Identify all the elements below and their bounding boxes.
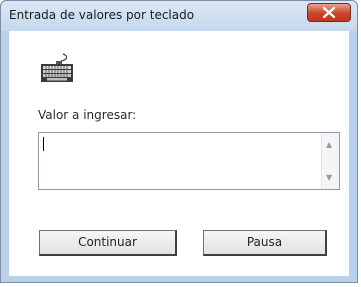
value-input[interactable]: ▲ ▼ [38,132,340,190]
scroll-up-arrow-icon[interactable]: ▲ [326,140,332,150]
title-bar[interactable]: Entrada de valores por teclado [1,1,357,31]
text-caret [43,137,44,151]
pause-button[interactable]: Pausa [203,230,327,256]
close-icon [323,7,335,18]
window-title: Entrada de valores por teclado [9,8,195,22]
scroll-down-arrow-icon[interactable]: ▼ [326,173,332,183]
close-button[interactable] [307,3,351,22]
input-scrollbar[interactable]: ▲ ▼ [321,133,339,189]
value-prompt-label: Valor a ingresar: [38,108,137,122]
continue-button[interactable]: Continuar [39,230,177,256]
keyboard-icon [41,53,73,82]
dialog-window: Entrada de valores por teclado Valor a i… [0,0,358,283]
dialog-body: Valor a ingresar: ▲ ▼ Continuar Pausa [9,31,349,276]
